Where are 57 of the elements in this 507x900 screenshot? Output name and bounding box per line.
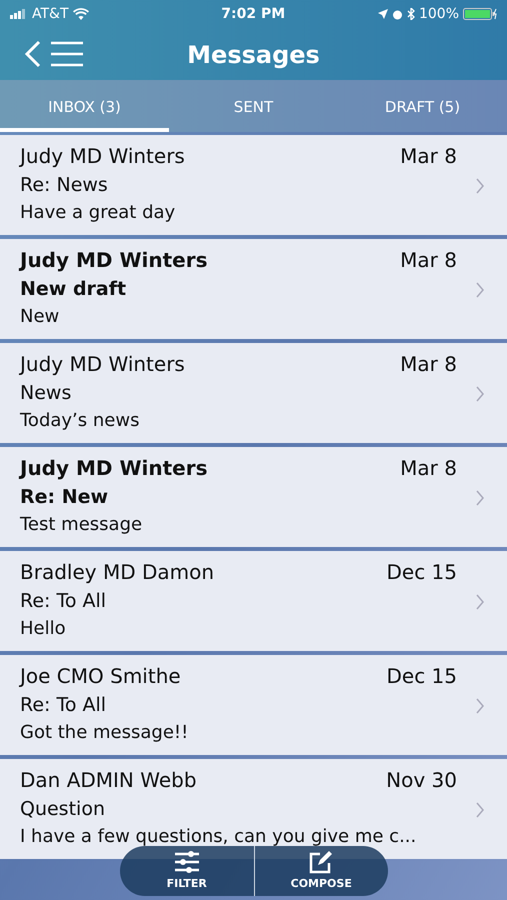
chevron-icon <box>475 697 485 715</box>
sender-name: Judy MD Winters <box>20 143 185 170</box>
message-row[interactable]: Dan ADMIN Webb Nov 30 Question I have a few questions, can you give me c... <box>0 759 507 859</box>
message-preview: Got the message!! <box>20 721 188 745</box>
message-date: Dec 15 <box>386 559 457 586</box>
message-subject: Re: News <box>20 173 108 198</box>
battery-icon <box>463 8 497 20</box>
message-subject: News <box>20 381 72 406</box>
message-subject: New draft <box>20 277 126 302</box>
sender-name: Joe CMO Smithe <box>20 663 181 690</box>
message-preview: Hello <box>20 617 66 641</box>
message-subject: Question <box>20 797 105 822</box>
message-preview: I have a few questions, can you give me c... <box>20 825 416 849</box>
signal-icon <box>10 9 28 19</box>
message-preview: Have a great day <box>20 201 176 225</box>
page-title: Messages <box>187 40 320 71</box>
message-date: Mar 8 <box>400 247 457 274</box>
message-date: Nov 30 <box>386 767 457 794</box>
menu-button[interactable] <box>50 41 84 67</box>
chevron-icon <box>475 593 485 611</box>
message-preview: Today’s news <box>20 409 140 433</box>
message-subject: Re: To All <box>20 693 106 718</box>
bluetooth-icon <box>406 8 415 20</box>
message-date: Mar 8 <box>400 455 457 482</box>
message-row[interactable]: Bradley MD Damon Dec 15 Re: To All Hello <box>0 551 507 651</box>
location-icon <box>378 9 388 19</box>
back-button[interactable] <box>24 40 42 68</box>
chevron-icon <box>475 385 485 403</box>
message-subject: Re: New <box>20 485 108 510</box>
message-date: Mar 8 <box>400 351 457 378</box>
message-preview: New <box>20 305 60 329</box>
message-row[interactable]: Joe CMO Smithe Dec 15 Re: To All Got the message!! <box>0 655 507 755</box>
clock-text: 7:02 PM <box>221 4 286 24</box>
sender-name: Dan ADMIN Webb <box>20 767 197 794</box>
sender-name: Bradley MD Damon <box>20 559 214 586</box>
message-date: Dec 15 <box>386 663 457 690</box>
sender-name: Judy MD Winters <box>20 351 185 378</box>
wifi-icon <box>72 8 89 20</box>
message-row[interactable]: Judy MD Winters Mar 8 New draft New <box>0 239 507 339</box>
message-row[interactable]: Judy MD Winters Mar 8 News Today’s news <box>0 343 507 443</box>
tab[interactable]: DRAFT (5) <box>338 80 507 132</box>
compose-icon <box>308 850 334 874</box>
sender-name: Judy MD Winters <box>20 247 208 274</box>
sender-name: Judy MD Winters <box>20 455 208 482</box>
message-date: Mar 8 <box>400 143 457 170</box>
chevron-icon <box>475 801 485 819</box>
compose-button[interactable]: COMPOSE <box>254 846 388 896</box>
message-row[interactable]: Judy MD Winters Mar 8 Re: New Test message <box>0 447 507 547</box>
battery-percent: 100% <box>418 4 459 24</box>
message-subject: Re: To All <box>20 589 106 614</box>
chevron-icon <box>475 489 485 507</box>
chevron-icon <box>475 281 485 299</box>
carrier-text: AT&T <box>32 4 69 24</box>
message-row[interactable]: Judy MD Winters Mar 8 Re: News Have a great day <box>0 135 507 235</box>
chevron-icon <box>475 177 485 195</box>
sliders-icon <box>172 850 201 874</box>
message-preview: Test message <box>20 513 142 537</box>
